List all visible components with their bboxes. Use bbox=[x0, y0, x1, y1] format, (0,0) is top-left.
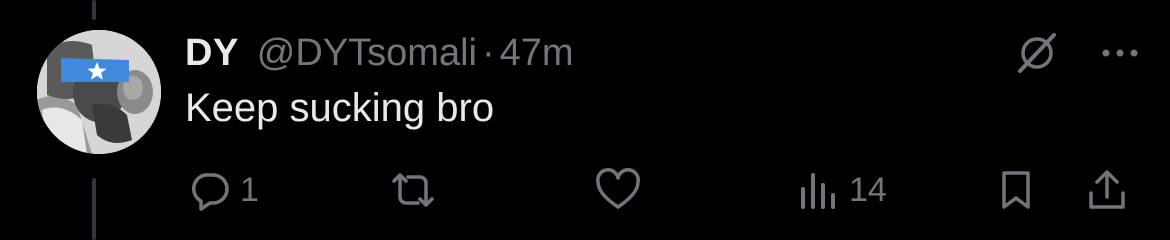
separator-dot: · bbox=[481, 31, 495, 74]
reply-icon bbox=[192, 173, 229, 211]
timestamp[interactable]: 47m bbox=[500, 32, 574, 75]
tweet-header: DY @DYTsomali · 47m bbox=[185, 28, 574, 78]
like-button[interactable] bbox=[593, 165, 651, 215]
retweet-icon bbox=[392, 173, 434, 207]
retweet-button[interactable] bbox=[384, 165, 450, 215]
display-name[interactable]: DY bbox=[185, 32, 239, 75]
tweet-text: Keep sucking bro bbox=[185, 86, 495, 130]
views-count: 14 bbox=[849, 170, 887, 209]
top-actions bbox=[1014, 30, 1140, 76]
heart-icon bbox=[596, 168, 640, 209]
more-icon[interactable] bbox=[1100, 47, 1140, 59]
thread-line-top bbox=[92, 0, 96, 20]
user-handle[interactable]: @DYTsomali bbox=[257, 32, 477, 75]
avatar-image bbox=[37, 30, 161, 154]
share-icon bbox=[1089, 170, 1125, 209]
reply-button[interactable]: 1 bbox=[186, 165, 259, 215]
avatar[interactable] bbox=[37, 30, 161, 154]
action-bar: 1 14 bbox=[0, 165, 1170, 215]
reply-count: 1 bbox=[240, 170, 259, 209]
tweet[interactable]: DY @DYTsomali · 47m Keep sucking bro 1 1… bbox=[0, 0, 1170, 240]
views-button[interactable]: 14 bbox=[797, 165, 887, 215]
bookmark-button[interactable] bbox=[996, 165, 1036, 215]
grok-icon[interactable] bbox=[1014, 30, 1060, 76]
bookmark-icon bbox=[1002, 171, 1030, 209]
views-icon bbox=[801, 173, 835, 209]
share-button[interactable] bbox=[1085, 165, 1129, 215]
